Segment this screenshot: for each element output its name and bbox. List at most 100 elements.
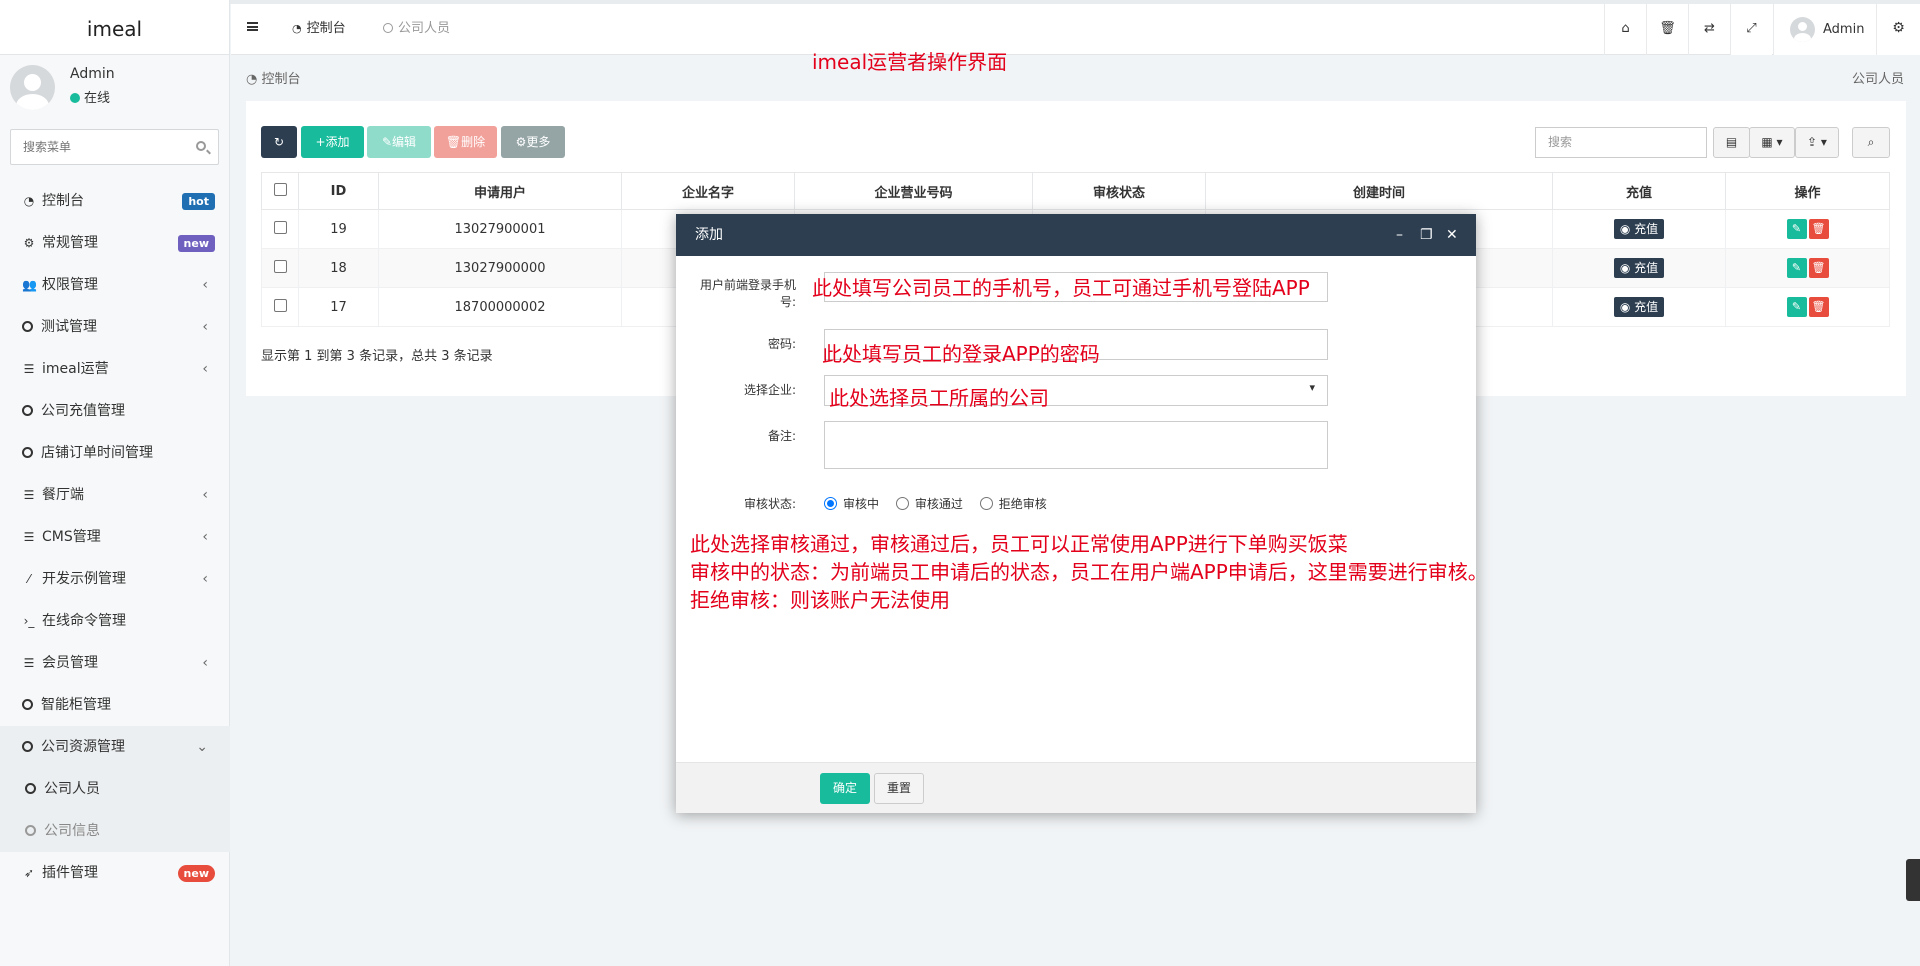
tab-company-staff[interactable]: 公司人员 bbox=[383, 4, 450, 55]
export-icon: ⇪ ▾ bbox=[1807, 135, 1827, 149]
minimize-icon[interactable]: – bbox=[1396, 214, 1403, 256]
row-edit-button[interactable]: ✎ bbox=[1786, 258, 1807, 278]
fullscreen-icon: ⤢ bbox=[1746, 21, 1757, 36]
row-id: 18 bbox=[298, 248, 379, 288]
sidebar-item-general[interactable]: ⚙ 常规管理 new bbox=[0, 222, 230, 264]
sidebar-item-imeal-ops[interactable]: ☰ imeal运营 ‹ bbox=[0, 348, 230, 390]
plus-icon: + bbox=[315, 135, 326, 149]
sidebar: imeal Admin 在线 ◔控制台 hot ⚙常规管理 new 👥权限管理 … bbox=[0, 0, 230, 966]
col-id[interactable]: ID bbox=[298, 172, 379, 210]
menu-search[interactable] bbox=[10, 129, 219, 165]
side-handle[interactable] bbox=[1906, 859, 1920, 901]
terminal-icon: ›_ bbox=[23, 614, 35, 628]
sidebar-item-company-recharge[interactable]: 公司充值管理 bbox=[0, 390, 230, 432]
add-dialog: 添加 – ❐ ✕ 用户前端登录手机号: 此处填写公司员工的手机号，员工可通过手机… bbox=[676, 214, 1488, 813]
sidebar-item-dashboard[interactable]: ◔ 控制台 hot bbox=[0, 180, 230, 222]
sidebar-item-auth[interactable]: 👥 权限管理 ‹ bbox=[0, 264, 230, 306]
eye-icon: ◉ bbox=[1619, 300, 1635, 314]
row-checkbox[interactable] bbox=[273, 259, 287, 273]
sidebar-item-company-staff[interactable]: 公司人员 bbox=[0, 768, 230, 810]
more-button[interactable]: ⚙更多 bbox=[501, 126, 565, 158]
dialog-footer: 确定 重置 bbox=[676, 762, 1476, 813]
search-icon[interactable] bbox=[196, 141, 206, 151]
search-toggle-button[interactable]: ⌕ bbox=[1852, 127, 1890, 158]
circle-icon bbox=[22, 447, 33, 458]
sidebar-item-company-resources[interactable]: 公司资源管理 ⌄ bbox=[0, 726, 230, 768]
sidebar-item-company-info[interactable]: 公司信息 bbox=[0, 810, 230, 852]
sidebar-item-store-order-time[interactable]: 店铺订单时间管理 bbox=[0, 432, 230, 474]
row-edit-button[interactable]: ✎ bbox=[1786, 219, 1807, 239]
sidebar-item-dev-examples[interactable]: ⁄ 开发示例管理 ‹ bbox=[0, 558, 230, 600]
eye-icon: ◉ bbox=[1619, 222, 1635, 236]
chevron-left-icon: ‹ bbox=[202, 361, 208, 377]
settings-button[interactable]: ⚙ bbox=[1876, 4, 1920, 55]
language-button[interactable]: ⇄ bbox=[1688, 4, 1730, 55]
header-user-name: Admin bbox=[1823, 22, 1865, 37]
dialog-title: 添加 bbox=[695, 227, 723, 243]
caret-down-icon: ▾ bbox=[1309, 381, 1315, 394]
col-license[interactable]: 企业营业号码 bbox=[794, 172, 1033, 210]
delete-button[interactable]: 🗑删除 bbox=[434, 126, 497, 158]
online-dot-icon bbox=[70, 93, 80, 103]
row-checkbox[interactable] bbox=[273, 220, 287, 234]
remark-textarea[interactable] bbox=[824, 421, 1328, 469]
sidebar-item-online-command[interactable]: ›_ 在线命令管理 bbox=[0, 600, 230, 642]
trash-icon: 🗑 bbox=[1659, 21, 1676, 36]
clear-cache-button[interactable]: 🗑 bbox=[1646, 4, 1688, 55]
radio-pending[interactable] bbox=[824, 497, 837, 510]
home-icon: ⌂ bbox=[1621, 21, 1630, 36]
refresh-button[interactable]: ↻ bbox=[261, 126, 297, 158]
sidebar-menu: ◔ 控制台 hot ⚙ 常规管理 new 👥 权限管理 ‹ 测试管理 ‹ ☰ imeal… bbox=[0, 180, 230, 894]
list-icon: ☰ bbox=[23, 530, 35, 544]
table-search-input[interactable]: 搜索 bbox=[1535, 127, 1707, 158]
circle-icon bbox=[25, 783, 36, 794]
avatar bbox=[10, 65, 55, 110]
radio-rejected[interactable] bbox=[979, 497, 993, 510]
maximize-icon[interactable]: ❐ bbox=[1420, 214, 1433, 256]
close-icon[interactable]: ✕ bbox=[1446, 214, 1458, 256]
sidebar-item-restaurant[interactable]: ☰ 餐厅端 ‹ bbox=[0, 474, 230, 516]
col-status[interactable]: 审核状态 bbox=[1032, 172, 1206, 210]
row-id: 19 bbox=[298, 209, 379, 249]
recharge-button[interactable]: ◉ 充值 bbox=[1613, 297, 1665, 317]
tab-dashboard[interactable]: ◔ 控制台 bbox=[292, 4, 346, 55]
sidebar-item-test[interactable]: 测试管理 ‹ bbox=[0, 306, 230, 348]
menu-search-input[interactable] bbox=[11, 130, 181, 164]
row-edit-button[interactable]: ✎ bbox=[1786, 297, 1807, 317]
user-name: Admin bbox=[70, 66, 115, 82]
export-button[interactable]: ⇪ ▾ bbox=[1795, 127, 1839, 158]
col-created[interactable]: 创建时间 bbox=[1205, 172, 1553, 210]
home-button[interactable]: ⌂ bbox=[1604, 4, 1646, 55]
dialog-header[interactable]: 添加 – ❐ ✕ bbox=[676, 214, 1476, 256]
confirm-button[interactable]: 确定 bbox=[820, 773, 870, 804]
sidebar-item-members[interactable]: ☰ 会员管理 ‹ bbox=[0, 642, 230, 684]
recharge-button[interactable]: ◉ 充值 bbox=[1613, 258, 1665, 278]
row-delete-button[interactable]: 🗑 bbox=[1808, 258, 1829, 278]
sidebar-item-plugins[interactable]: ➶ 插件管理 new bbox=[0, 852, 230, 894]
columns-button[interactable]: ▦ ▾ bbox=[1749, 127, 1795, 158]
menu-toggle-icon[interactable] bbox=[247, 22, 258, 31]
row-checkbox[interactable] bbox=[273, 298, 287, 312]
fullscreen-button[interactable]: ⤢ bbox=[1730, 4, 1772, 55]
recharge-button[interactable]: ◉ 充值 bbox=[1613, 219, 1665, 239]
chevron-left-icon: ‹ bbox=[202, 571, 208, 587]
add-button[interactable]: +添加 bbox=[301, 126, 364, 158]
circle-icon bbox=[22, 741, 33, 752]
select-all-checkbox[interactable] bbox=[273, 182, 287, 196]
col-user[interactable]: 申请用户 bbox=[378, 172, 622, 210]
edit-button[interactable]: ✎编辑 bbox=[367, 126, 431, 158]
sidebar-item-cms[interactable]: ☰ CMS管理 ‹ bbox=[0, 516, 230, 558]
row-delete-button[interactable]: 🗑 bbox=[1808, 219, 1829, 239]
app-logo[interactable]: imeal bbox=[0, 0, 229, 55]
row-id: 17 bbox=[298, 287, 379, 327]
radio-approved[interactable] bbox=[895, 497, 909, 510]
circle-icon bbox=[25, 825, 36, 836]
row-delete-button[interactable]: 🗑 bbox=[1808, 297, 1829, 317]
toggle-view-button[interactable]: ▤ bbox=[1713, 127, 1750, 158]
col-company[interactable]: 企业名字 bbox=[621, 172, 795, 210]
reset-button[interactable]: 重置 bbox=[874, 773, 924, 804]
header-user[interactable]: Admin bbox=[1773, 4, 1876, 55]
rocket-icon: ➶ bbox=[23, 866, 35, 880]
translate-icon: ⇄ bbox=[1704, 21, 1715, 36]
sidebar-item-smart-cabinet[interactable]: 智能柜管理 bbox=[0, 684, 230, 726]
